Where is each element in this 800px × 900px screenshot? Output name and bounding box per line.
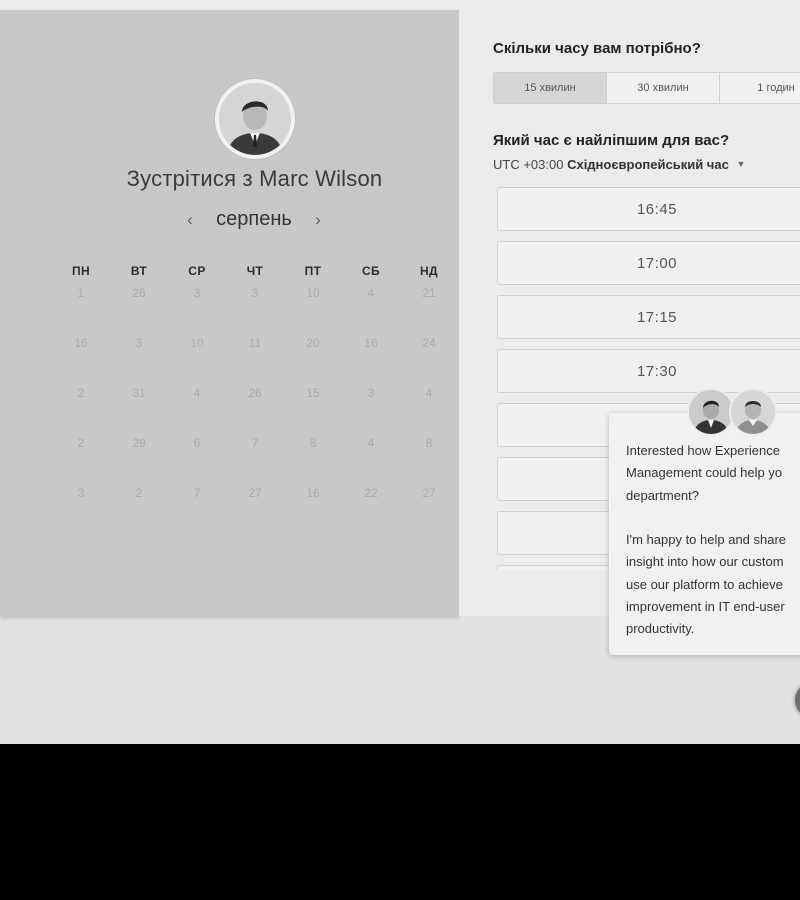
duration-option-15[interactable]: 15 хвилин [494, 73, 607, 103]
calendar-day: 31 [132, 386, 146, 400]
host-name: Marc Wilson [259, 166, 383, 191]
calendar-day: 1 [77, 286, 85, 300]
calendar-day: 10 [190, 336, 204, 350]
meet-title-prefix: Зустрітися з [126, 166, 253, 191]
calendar-day: 3 [135, 336, 143, 350]
calendar-day: 15 [306, 386, 320, 400]
duration-option-60[interactable]: 1 годин [720, 73, 800, 103]
duration-selector: 15 хвилин 30 хвилин 1 годин [493, 72, 800, 104]
calendar-day: 3 [193, 286, 201, 300]
calendar-day: 7 [251, 436, 259, 450]
calendar-day: 22 [364, 486, 378, 500]
chat-agent-avatars [689, 390, 779, 436]
calendar-day: 10 [306, 286, 320, 300]
calendar-day: 8 [425, 436, 433, 450]
calendar-day: 29 [132, 436, 146, 450]
calendar-day: 20 [306, 336, 320, 350]
weekday-label: СР [188, 264, 206, 278]
footer-black-area [0, 744, 800, 900]
calendar-day: 7 [193, 486, 201, 500]
chevron-left-icon[interactable]: ‹ [180, 210, 200, 230]
weekday-label: ПТ [304, 264, 322, 278]
month-navigation: ‹ серпень › [150, 208, 360, 236]
time-slot[interactable]: 17:00 [497, 241, 800, 285]
calendar-week-row: 16 3 10 11 20 16 24 [52, 336, 458, 350]
host-avatar [219, 83, 291, 155]
time-slot[interactable]: 17:15 [497, 295, 800, 339]
calendar-day: 26 [132, 286, 146, 300]
calendar-day: 4 [367, 436, 375, 450]
calendar-week-row: 2 29 6 7 8 4 8 [52, 436, 458, 450]
time-slot[interactable]: 17:30 [497, 349, 800, 393]
calendar-day: 3 [251, 286, 259, 300]
meet-title: Зустрітися з Marc Wilson [0, 166, 509, 192]
time-slot[interactable]: 16:45 [497, 187, 800, 231]
month-label: серпень [216, 208, 292, 230]
agent-avatar [689, 390, 733, 434]
calendar-week-row: 3 2 7 27 16 22 27 [52, 486, 458, 500]
calendar-day: 2 [77, 436, 85, 450]
chat-message: Interested how Experience Management cou… [626, 443, 787, 637]
chevron-right-icon[interactable]: › [308, 210, 328, 230]
calendar-day: 8 [309, 436, 317, 450]
timezone-offset: UTC +03:00 [493, 157, 564, 172]
calendar-day: 16 [306, 486, 320, 500]
calendar-week-row: 1 26 3 3 10 4 21 [52, 286, 458, 300]
weekday-label: ПН [71, 264, 91, 278]
calendar-day: 3 [367, 386, 375, 400]
host-avatar-ring [215, 79, 295, 159]
weekday-label: НД [419, 264, 438, 278]
chat-launcher-button[interactable] [795, 682, 800, 718]
calendar-day: 3 [77, 486, 85, 500]
caret-down-icon: ▼ [736, 159, 746, 169]
calendar-weekday-header: ПН ВТ СР ЧТ ПТ СБ НД [52, 264, 458, 278]
calendar-day: 24 [422, 336, 436, 350]
calendar-day: 2 [135, 486, 143, 500]
calendar-day: 26 [248, 386, 262, 400]
calendar-day: 27 [422, 486, 436, 500]
calendar-week-row: 2 31 4 26 15 3 4 [52, 386, 458, 400]
weekday-label: СБ [361, 264, 381, 278]
calendar-day: 16 [74, 336, 88, 350]
timezone-name: Східноєвропейський час [567, 157, 729, 172]
calendar-day: 6 [193, 436, 201, 450]
calendar-day: 4 [425, 386, 433, 400]
time-question: Який час є найліпшим для вас? [493, 132, 730, 149]
weekday-label: ЧТ [246, 264, 264, 278]
weekday-label: ВТ [130, 264, 148, 278]
timezone-selector[interactable]: UTC +03:00 Східноєвропейський час ▼ [493, 157, 745, 172]
calendar-day: 21 [422, 286, 436, 300]
calendar-day: 4 [193, 386, 201, 400]
calendar-day: 16 [364, 336, 378, 350]
calendar-day: 4 [367, 286, 375, 300]
duration-question: Скільки часу вам потрібно? [493, 40, 701, 57]
agent-avatar [731, 390, 775, 434]
calendar-day: 2 [77, 386, 85, 400]
duration-option-30[interactable]: 30 хвилин [607, 73, 720, 103]
calendar-day: 27 [248, 486, 262, 500]
calendar-day: 11 [248, 336, 262, 350]
